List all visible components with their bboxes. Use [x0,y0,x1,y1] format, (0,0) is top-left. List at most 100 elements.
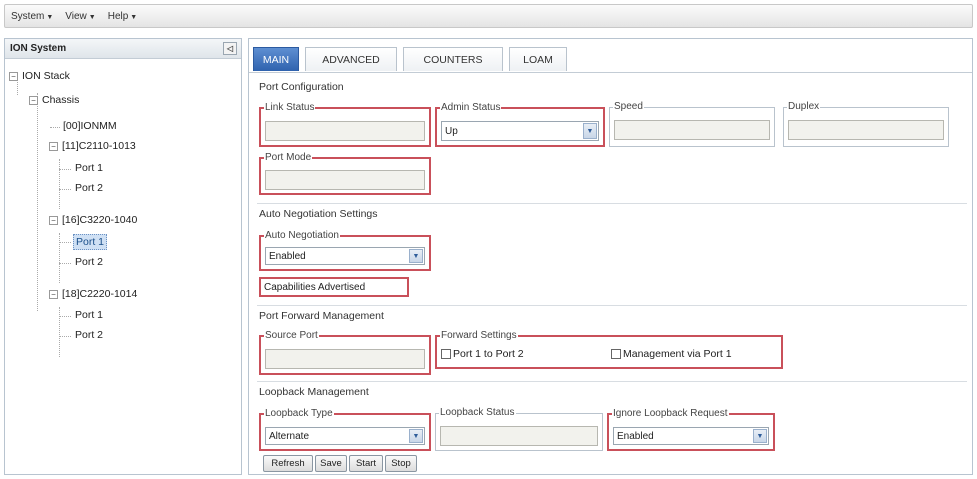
tree-node-label: Port 2 [75,182,104,194]
tree-node-c2220[interactable]: − [18]C2220-1014 [49,287,139,301]
menu-view-label: View [65,10,87,22]
save-button[interactable]: Save [315,455,347,472]
loopback-status-field [440,426,598,446]
chevron-down-icon: ▼ [46,13,54,21]
auto-negotiation-label: Auto Negotiation [264,230,340,241]
tree-node-c2220-port2[interactable]: Port 2 [73,328,105,342]
tree: − ION Stack − Chassis [00]IONMM − [11]C2110… [5,59,241,357]
tree-node-c2220-port1[interactable]: Port 1 [73,308,105,322]
tree-node-chassis[interactable]: − Chassis [29,93,81,107]
admin-status-select[interactable]: Up ▼ [441,121,599,141]
tree-node-c3220-port1[interactable]: Port 1 [73,234,108,250]
collapse-icon[interactable]: − [49,215,58,225]
capabilities-advertised-label: Capabilities Advertised [264,281,366,293]
duplex-field [788,120,944,140]
tree-title: ION System [10,43,67,54]
capabilities-advertised-group[interactable]: Capabilities Advertised [259,277,409,297]
loopback-status-label: Loopback Status [439,407,516,418]
tree-connector [59,307,60,357]
menu-system-label: System [11,10,45,22]
loopback-status-group: Loopback Status [435,407,603,451]
duplex-group: Duplex [783,101,949,147]
checkbox-icon[interactable] [611,349,621,359]
section-divider [257,305,967,306]
forward-settings-group: Forward Settings Port 1 to Port 2 Manage… [435,330,783,369]
tab-counters[interactable]: COUNTERS [403,47,503,71]
tree-node-label: [16]C3220-1040 [62,214,138,226]
link-status-field [265,121,425,141]
chevron-down-icon[interactable]: ▼ [753,429,767,443]
tab-bar: MAIN ADVANCED COUNTERS LOAM [249,39,972,73]
loopback-type-select[interactable]: Alternate ▼ [265,427,425,445]
tree-node-label: Port 1 [73,234,108,250]
auto-negotiation-title: Auto Negotiation Settings [259,208,378,220]
start-button[interactable]: Start [349,455,383,472]
collapse-icon[interactable]: − [29,95,38,105]
chevron-down-icon: ▼ [130,13,138,21]
source-port-group: Source Port [259,330,431,375]
ignore-loopback-group: Ignore Loopback Request Enabled ▼ [607,408,775,451]
stop-button[interactable]: Stop [385,455,417,472]
port-detail-panel: MAIN ADVANCED COUNTERS LOAM Port Configu… [248,38,973,475]
tree-connector [59,316,71,317]
source-port-field [265,349,425,369]
tree-node-label: Port 2 [75,256,104,268]
menu-help-label: Help [107,10,129,22]
tab-advanced[interactable]: ADVANCED [305,47,397,71]
ignore-loopback-select[interactable]: Enabled ▼ [613,427,769,445]
collapse-icon[interactable]: − [49,141,58,151]
admin-status-label: Admin Status [440,102,502,113]
chevron-down-icon[interactable]: ▼ [409,429,423,443]
tree-node-c3220-port2[interactable]: Port 2 [73,255,105,269]
collapse-icon[interactable]: − [9,71,18,81]
checkbox-icon[interactable] [441,349,451,359]
admin-status-group: Admin Status Up ▼ [435,102,605,147]
tree-node-label: ION Stack [22,70,70,82]
forward-settings-label: Forward Settings [440,330,518,341]
tree-node-c2110-port2[interactable]: Port 2 [73,181,105,195]
tree-node-c2110[interactable]: − [11]C2110-1013 [49,139,138,153]
refresh-button[interactable]: Refresh [263,455,313,472]
auto-negotiation-select[interactable]: Enabled ▼ [265,247,425,265]
speed-group: Speed [609,101,775,147]
tree-connector [50,127,60,128]
port1-to-port2-label: Port 1 to Port 2 [453,348,524,360]
collapse-icon[interactable]: − [49,289,58,299]
tree-node-c3220[interactable]: − [16]C3220-1040 [49,213,139,227]
menubar: System ▼ View ▼ Help ▼ [4,4,973,28]
tree-node-ionmm[interactable]: [00]IONMM [61,119,119,133]
loopback-type-value: Alternate [269,430,310,442]
tree-node-label: Chassis [42,94,80,106]
ignore-loopback-value: Enabled [617,430,654,442]
ignore-loopback-label: Ignore Loopback Request [612,408,729,419]
tree-connector [59,263,71,264]
tree-connector [37,93,38,311]
port-configuration-title: Port Configuration [259,81,344,93]
duplex-label: Duplex [787,101,821,112]
link-status-group: Link Status [259,102,431,147]
tree-node-label: [18]C2220-1014 [62,288,138,300]
collapse-panel-icon[interactable]: ◁ [223,42,237,55]
menu-help[interactable]: Help ▼ [108,11,138,22]
chevron-down-icon[interactable]: ▼ [583,123,597,139]
port1-to-port2-checkbox[interactable]: Port 1 to Port 2 [441,348,524,360]
link-status-label: Link Status [264,102,316,113]
tree-node-ion-stack[interactable]: − ION Stack [9,69,72,83]
source-port-label: Source Port [264,330,319,341]
menu-system[interactable]: System ▼ [11,11,53,22]
tab-loam[interactable]: LOAM [509,47,567,71]
tree-connector [59,233,60,283]
tree-node-c2110-port1[interactable]: Port 1 [73,161,105,175]
section-divider [257,203,967,204]
mgmt-via-port1-label: Management via Port 1 [623,348,732,360]
tree-connector [59,189,71,190]
tree-connector [59,169,71,170]
port-mode-group: Port Mode [259,152,431,195]
port-mode-field [265,170,425,190]
system-tree-panel: ION System ◁ − ION Stack − Chassis [00]ION… [4,38,242,475]
menu-view[interactable]: View ▼ [65,11,95,22]
chevron-down-icon[interactable]: ▼ [409,249,423,263]
mgmt-via-port1-checkbox[interactable]: Management via Port 1 [611,348,732,360]
tab-main[interactable]: MAIN [253,47,299,71]
loopback-title: Loopback Management [259,386,369,398]
